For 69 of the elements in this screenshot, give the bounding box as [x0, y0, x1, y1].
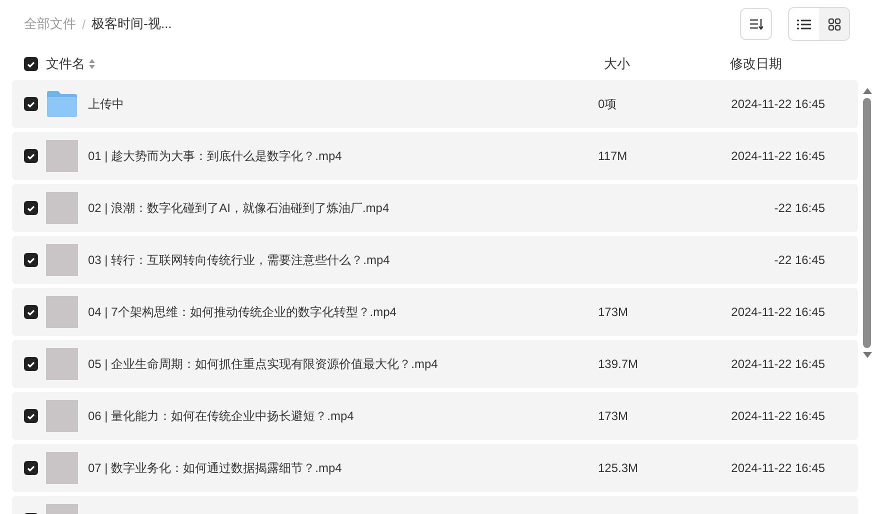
- photo-placeholder: [46, 140, 78, 172]
- file-row[interactable]: 02 | 浪潮：数字化碰到了AI，就像石油碰到了炼油厂.mp4 -22 16:45: [12, 184, 858, 232]
- modified-date: 2024-11-22 16:45: [731, 305, 825, 319]
- file-name[interactable]: 上传中: [88, 96, 124, 110]
- file-row[interactable]: 上传中 0项 2024-11-22 16:45: [12, 80, 858, 128]
- photo-placeholder: [46, 192, 78, 224]
- file-row[interactable]: 06 | 量化能力：如何在传统企业中扬长避短？.mp4 173M 2024-11-22 16:45: [12, 392, 858, 440]
- photo-placeholder: [46, 296, 78, 328]
- scroll-down-icon[interactable]: [862, 352, 872, 358]
- row-checkbox[interactable]: [24, 461, 38, 475]
- check-icon: [27, 152, 35, 160]
- file-name[interactable]: 06 | 量化能力：如何在传统企业中扬长避短？.mp4: [88, 408, 354, 422]
- breadcrumb-separator: /: [82, 16, 86, 32]
- file-row[interactable]: 05 | 企业生命周期：如何抓住重点实现有限资源价值最大化？.mp4 139.7M 2024-11-22 16:45: [12, 340, 858, 388]
- check-icon: [27, 464, 35, 472]
- folder-icon: [46, 90, 78, 118]
- check-icon: [27, 60, 35, 68]
- file-name[interactable]: 04 | 7个架构思维：如何推动传统企业的数字化转型？.mp4: [88, 304, 396, 318]
- column-header[interactable]: 大小: [604, 55, 630, 73]
- row-checkbox[interactable]: [24, 201, 38, 215]
- photo-placeholder: [46, 400, 78, 432]
- sort-icon[interactable]: [89, 59, 95, 69]
- file-size: 139.7M: [598, 357, 638, 371]
- select-all-checkbox[interactable]: [24, 57, 38, 71]
- modified-date: 2024-11-22 16:45: [731, 97, 825, 111]
- list-view-button[interactable]: [789, 8, 819, 40]
- file-row[interactable]: 07 | 数字业务化：如何通过数据揭露细节？.mp4 125.3M 2024-11-22 16:45: [12, 444, 858, 492]
- check-icon: [27, 308, 35, 316]
- sort-lines-icon: [749, 18, 763, 30]
- file-name[interactable]: 05 | 企业生命周期：如何抓住重点实现有限资源价值最大化？.mp4: [88, 356, 438, 370]
- grid-icon: [828, 18, 840, 30]
- check-icon: [27, 360, 35, 368]
- row-checkbox[interactable]: [24, 305, 38, 319]
- photo-placeholder: [46, 452, 78, 484]
- column-header[interactable]: 文件名: [46, 55, 85, 73]
- file-size: 117M: [598, 149, 628, 163]
- row-checkbox[interactable]: [24, 97, 38, 111]
- scroll-up-icon[interactable]: [862, 88, 872, 94]
- check-icon: [27, 204, 35, 212]
- file-name[interactable]: 02 | 浪潮：数字化碰到了AI，就像石油碰到了炼油厂.mp4: [88, 200, 390, 214]
- sort-button[interactable]: [740, 8, 772, 40]
- breadcrumb-item[interactable]: 极客时间-视...: [92, 15, 172, 33]
- file-size: 0项: [598, 96, 617, 110]
- file-name[interactable]: 07 | 数字业务化：如何通过数据揭露细节？.mp4: [88, 460, 342, 474]
- file-size: 125.3M: [598, 461, 638, 475]
- list-icon: [797, 18, 811, 30]
- row-checkbox[interactable]: [24, 253, 38, 267]
- check-icon: [27, 256, 35, 264]
- check-icon: [27, 412, 35, 420]
- check-icon: [27, 100, 35, 108]
- file-size: 173M: [598, 305, 628, 319]
- file-name[interactable]: 03 | 转行：互联网转向传统行业，需要注意些什么？.mp4: [88, 252, 390, 266]
- column-header[interactable]: 修改日期: [730, 55, 782, 73]
- row-checkbox[interactable]: [24, 357, 38, 371]
- file-row[interactable]: 04 | 7个架构思维：如何推动传统企业的数字化转型？.mp4 173M 2024-11-22 16:45: [12, 288, 858, 336]
- modified-date: 2024-11-22 16:45: [731, 461, 825, 475]
- row-checkbox[interactable]: [24, 149, 38, 163]
- row-checkbox[interactable]: [24, 409, 38, 423]
- photo-placeholder: [46, 244, 78, 276]
- modified-date: 2024-11-22 16:45: [731, 409, 825, 423]
- modified-date: 2024-11-22 16:45: [731, 357, 825, 371]
- modified-date: -22 16:45: [774, 201, 825, 215]
- file-name[interactable]: 01 | 趁大势而为大事：到底什么是数字化？.mp4: [88, 148, 342, 162]
- modified-date: 2024-11-22 16:45: [731, 149, 825, 163]
- file-size: 173M: [598, 409, 628, 423]
- modified-date: -22 16:45: [774, 253, 825, 267]
- file-row[interactable]: 01 | 趁大势而为大事：到底什么是数字化？.mp4 117M 2024-11-22 16:45: [12, 132, 858, 180]
- photo-placeholder: [46, 348, 78, 380]
- file-row[interactable]: 03 | 转行：互联网转向传统行业，需要注意些什么？.mp4 -22 16:45: [12, 236, 858, 284]
